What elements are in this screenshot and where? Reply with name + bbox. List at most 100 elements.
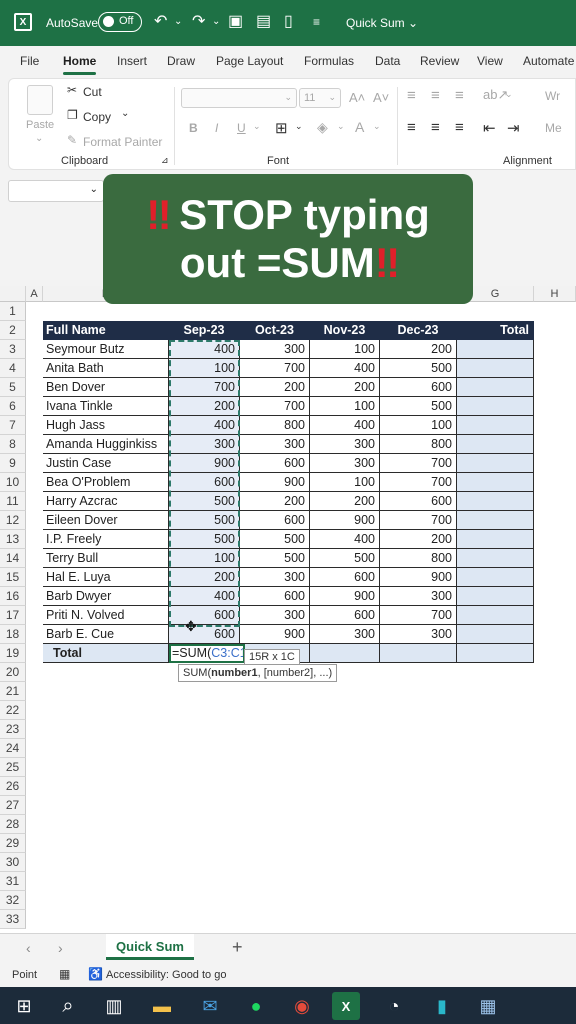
prev-sheet-icon[interactable]: ‹: [26, 940, 31, 956]
total-cell[interactable]: [457, 473, 534, 492]
table-cell[interactable]: 700: [380, 511, 457, 530]
table-cell[interactable]: 600: [380, 378, 457, 397]
tab-formulas[interactable]: Formulas: [304, 54, 354, 68]
table-cell[interactable]: 300: [380, 625, 457, 644]
decrease-font-icon[interactable]: A˅: [373, 90, 389, 105]
row-header[interactable]: 22: [0, 701, 26, 720]
table-cell[interactable]: 600: [169, 473, 240, 492]
table-cell[interactable]: Ivana Tinkle: [43, 397, 169, 416]
table-cell[interactable]: 700: [380, 473, 457, 492]
table-cell[interactable]: 400: [310, 359, 380, 378]
table-cell[interactable]: 500: [380, 397, 457, 416]
row-header[interactable]: 29: [0, 834, 26, 853]
row-header[interactable]: 2: [0, 321, 26, 340]
paste-button[interactable]: Paste: [26, 119, 54, 131]
table-cell[interactable]: 200: [380, 340, 457, 359]
row-header[interactable]: 24: [0, 739, 26, 758]
document-title[interactable]: Quick Sum ⌄: [346, 16, 418, 30]
table-cell[interactable]: 600: [380, 492, 457, 511]
file-explorer-icon[interactable]: ▬: [148, 992, 176, 1020]
sheet-tab-quick-sum[interactable]: Quick Sum: [106, 934, 194, 960]
table-cell[interactable]: 600: [240, 454, 310, 473]
align-middle-icon[interactable]: ≡: [431, 87, 440, 104]
table-cell[interactable]: 400: [310, 530, 380, 549]
table-cell[interactable]: Eileen Dover: [43, 511, 169, 530]
total-cell[interactable]: [457, 454, 534, 473]
total-cell[interactable]: [457, 606, 534, 625]
customize-toolbar-icon[interactable]: ≡: [313, 13, 320, 31]
decrease-indent-icon[interactable]: ⇤: [483, 119, 496, 137]
table-cell[interactable]: 900: [310, 587, 380, 606]
task-view-icon[interactable]: ▥: [100, 992, 128, 1020]
row-header[interactable]: 33: [0, 910, 26, 929]
table-cell[interactable]: 200: [240, 378, 310, 397]
table-cell[interactable]: Seymour Butz: [43, 340, 169, 359]
select-all-corner[interactable]: [0, 286, 26, 302]
table-cell[interactable]: 100: [310, 397, 380, 416]
accessibility-icon[interactable]: ♿: [88, 967, 103, 981]
row-header[interactable]: 5: [0, 378, 26, 397]
autosave-toggle[interactable]: Off: [98, 12, 142, 32]
table-cell[interactable]: 900: [240, 625, 310, 644]
table-cell[interactable]: 300: [169, 435, 240, 454]
table-cell[interactable]: Barb Dwyer: [43, 587, 169, 606]
row-header[interactable]: 11: [0, 492, 26, 511]
accessibility-status[interactable]: Accessibility: Good to go: [106, 969, 226, 981]
total-cell[interactable]: [457, 359, 534, 378]
table-cell[interactable]: 700: [169, 378, 240, 397]
app-icon[interactable]: ▮: [428, 992, 456, 1020]
total-cell[interactable]: [457, 492, 534, 511]
row-header[interactable]: 19: [0, 644, 26, 663]
row-header[interactable]: 31: [0, 872, 26, 891]
chevron-down-icon[interactable]: ⌄: [295, 121, 303, 132]
table-header-cell[interactable]: Total: [457, 321, 534, 340]
table-cell[interactable]: 100: [310, 340, 380, 359]
row-header[interactable]: 4: [0, 359, 26, 378]
row-header[interactable]: 25: [0, 758, 26, 777]
align-right-icon[interactable]: ≡: [455, 119, 464, 136]
table-cell[interactable]: 100: [169, 359, 240, 378]
table-cell[interactable]: 500: [380, 359, 457, 378]
table-cell[interactable]: 700: [240, 359, 310, 378]
tab-data[interactable]: Data: [375, 54, 400, 68]
table-cell[interactable]: Bea O'Problem: [43, 473, 169, 492]
table-header-cell[interactable]: Dec-23: [380, 321, 457, 340]
formula-edit-cell[interactable]: =SUM(C3:C1: [169, 644, 245, 663]
table-cell[interactable]: 900: [310, 511, 380, 530]
table-cell[interactable]: 400: [310, 416, 380, 435]
total-row-cell[interactable]: [380, 644, 457, 663]
wrap-text-button[interactable]: Wr: [545, 89, 560, 103]
paste-icon[interactable]: [27, 85, 53, 115]
table-header-cell[interactable]: Nov-23: [310, 321, 380, 340]
row-header[interactable]: 26: [0, 777, 26, 796]
align-top-icon[interactable]: ≡: [407, 87, 416, 104]
row-header[interactable]: 15: [0, 568, 26, 587]
row-header[interactable]: 3: [0, 340, 26, 359]
table-cell[interactable]: Hal E. Luya: [43, 568, 169, 587]
table-cell[interactable]: 300: [310, 435, 380, 454]
table-cell[interactable]: I.P. Freely: [43, 530, 169, 549]
undo-icon[interactable]: ↶: [154, 13, 167, 31]
row-header[interactable]: 30: [0, 853, 26, 872]
tab-home[interactable]: Home: [63, 54, 97, 75]
total-row-cell[interactable]: [457, 644, 534, 663]
table-cell[interactable]: 200: [310, 378, 380, 397]
row-header[interactable]: 9: [0, 454, 26, 473]
next-sheet-icon[interactable]: ›: [58, 940, 63, 956]
column-header[interactable]: A: [26, 286, 43, 302]
table-cell[interactable]: 500: [240, 549, 310, 568]
table-cell[interactable]: 300: [380, 587, 457, 606]
table-cell[interactable]: 100: [169, 549, 240, 568]
table-cell[interactable]: 900: [169, 454, 240, 473]
row-header[interactable]: 28: [0, 815, 26, 834]
tab-page-layout[interactable]: Page Layout: [216, 54, 283, 68]
align-center-icon[interactable]: ≡: [431, 119, 440, 136]
total-cell[interactable]: [457, 416, 534, 435]
format-painter-button[interactable]: Format Painter: [83, 135, 162, 149]
chevron-down-icon[interactable]: ⌄: [174, 13, 182, 31]
tab-automate[interactable]: Automate: [523, 54, 574, 68]
increase-font-icon[interactable]: A˄: [349, 90, 365, 105]
table-cell[interactable]: Anita Bath: [43, 359, 169, 378]
table-cell[interactable]: 700: [380, 606, 457, 625]
total-cell[interactable]: [457, 435, 534, 454]
